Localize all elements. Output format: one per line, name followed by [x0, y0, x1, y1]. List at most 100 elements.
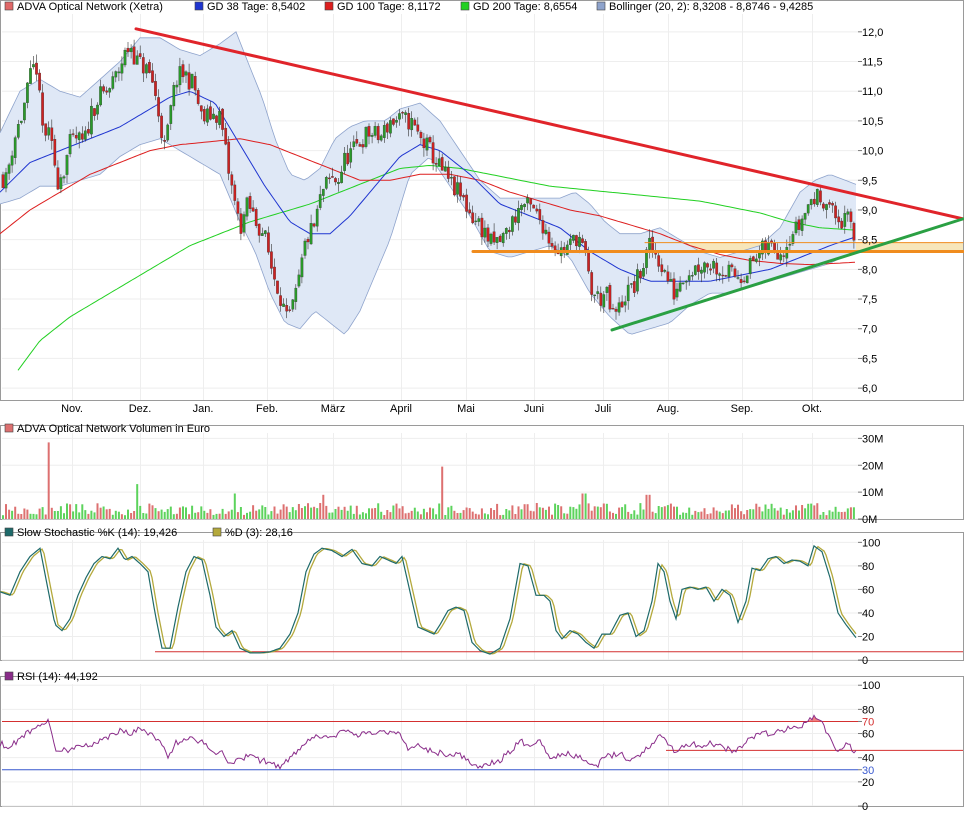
- price-tick-label: 7,5: [862, 294, 877, 306]
- candle-body: [514, 216, 517, 223]
- candle-body: [337, 182, 340, 184]
- candle-body: [349, 148, 353, 163]
- volume-bar: [419, 514, 422, 519]
- candle-body: [822, 203, 825, 209]
- volume-bar: [383, 515, 386, 519]
- candle-body: [687, 275, 691, 281]
- rsi-tick-label: 0: [862, 801, 868, 813]
- volume-bar: [313, 506, 316, 519]
- volume-bar: [11, 510, 14, 519]
- candle-body: [504, 228, 508, 234]
- candle-body: [428, 137, 432, 143]
- volume-bar: [499, 515, 502, 519]
- volume-bar: [593, 506, 596, 519]
- volume-bar: [517, 506, 520, 519]
- candle-body: [703, 262, 706, 273]
- candle-body: [96, 104, 99, 115]
- price-tick-label: 8,5: [862, 235, 877, 247]
- stoch-tick-label: 0: [862, 655, 868, 667]
- candle-body: [663, 270, 667, 272]
- volume-bar: [538, 507, 541, 519]
- stoch-tick-label: 100: [862, 537, 880, 549]
- candle-body: [273, 266, 276, 280]
- volume-bar: [151, 505, 154, 519]
- volume-bar: [380, 511, 383, 519]
- candle-body: [166, 124, 170, 141]
- volume-bar: [297, 504, 300, 519]
- candle-body: [41, 92, 44, 126]
- price-tick-label: 11,0: [862, 86, 883, 98]
- volume-bar: [368, 508, 370, 519]
- rsi-tick-label: 40: [862, 753, 874, 765]
- price-tick-label: 6,0: [862, 383, 877, 395]
- volume-bar: [358, 514, 361, 519]
- candle-body: [578, 236, 581, 247]
- candle-body: [148, 62, 151, 73]
- volume-bar: [20, 514, 23, 519]
- volume-bar: [651, 511, 654, 519]
- candle-body: [398, 113, 401, 120]
- candle-body: [260, 233, 264, 236]
- candle-body: [312, 223, 316, 227]
- candle-body: [50, 127, 54, 141]
- candle-body: [65, 155, 69, 175]
- volume-bar: [285, 506, 288, 519]
- candle-body: [730, 264, 734, 268]
- candle-body: [267, 232, 270, 253]
- candle-body: [657, 255, 661, 267]
- candle-body: [523, 204, 526, 208]
- candle-body: [367, 126, 371, 137]
- candle-body: [623, 301, 627, 306]
- volume-bar: [316, 508, 319, 519]
- volume-bar: [252, 505, 255, 519]
- candle-body: [773, 242, 776, 252]
- candle-body: [181, 64, 185, 78]
- x-tick-label: Mai: [457, 403, 475, 415]
- volume-bar: [764, 504, 767, 519]
- candle-body: [111, 76, 115, 89]
- volume-bar: [218, 513, 221, 519]
- volume-bar: [703, 508, 706, 519]
- candle-body: [309, 223, 313, 245]
- volume-bar: [810, 503, 813, 519]
- volume-bar: [691, 514, 694, 519]
- candle-body: [151, 70, 154, 83]
- volume-bar: [569, 506, 572, 519]
- volume-bar: [480, 508, 483, 519]
- volume-bar: [407, 512, 410, 519]
- candle-body: [511, 216, 514, 232]
- candle-body: [56, 167, 60, 190]
- candle-body: [724, 275, 728, 277]
- candle-body: [1, 174, 5, 188]
- candle-body: [477, 218, 481, 222]
- volume-bar: [136, 484, 139, 519]
- candle-body: [794, 221, 798, 234]
- volume-bar: [163, 511, 166, 519]
- candle-body: [626, 284, 630, 302]
- candle-body: [440, 157, 444, 171]
- volume-bar: [660, 507, 663, 519]
- legend-swatch: [212, 527, 222, 537]
- legend-swatch: [460, 1, 470, 11]
- volume-bar: [807, 503, 810, 519]
- price-tick-label: 9,5: [862, 175, 877, 187]
- candle-body: [681, 282, 685, 285]
- candle-body: [611, 308, 615, 310]
- candle-body: [779, 254, 783, 261]
- candle-body: [315, 208, 319, 227]
- x-tick-label: April: [390, 403, 412, 415]
- volume-bar: [746, 510, 749, 519]
- candle-body: [184, 71, 188, 76]
- candle-body: [819, 190, 822, 203]
- candle-body: [751, 256, 755, 261]
- volume-bar: [139, 505, 142, 519]
- volume-bar: [734, 508, 736, 519]
- volume-bar: [349, 505, 352, 519]
- volume-bar: [331, 512, 334, 519]
- candle-body: [16, 124, 20, 138]
- candle-body: [47, 127, 51, 136]
- volume-bar: [465, 507, 468, 519]
- volume-tick-label: 0M: [862, 514, 877, 526]
- volume-bar: [474, 513, 477, 519]
- price-tick-label: 8,0: [862, 264, 877, 276]
